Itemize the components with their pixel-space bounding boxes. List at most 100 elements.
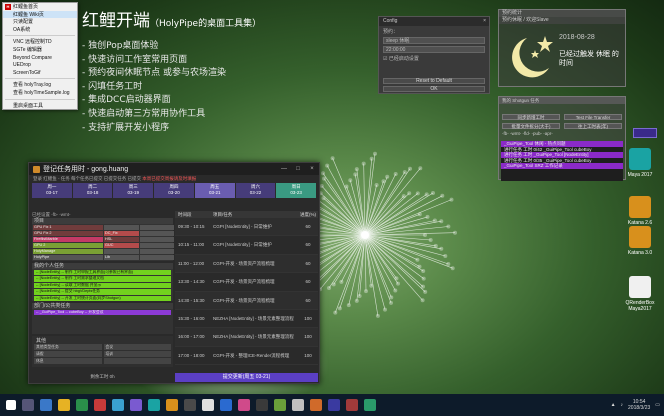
personal-task[interactable]: -- [NodeEntity] -- 读取 工时数据 并显示 [34,282,171,289]
table-row[interactable]: 10:15 - 11:00 CGPI [NodeEntity] - 日常维护 60 [175,236,318,255]
submit-button[interactable]: 提交更新(周五 03-21) [175,373,318,382]
personal-task[interactable]: -- [NodeEntity] -- 制作 工时申报工具界面(可参照已有界面) [34,270,171,276]
project-cell[interactable] [140,231,174,236]
app-icon[interactable] [364,399,376,411]
katana-icon[interactable] [166,399,178,411]
table-row[interactable]: 09:30 - 10:15 CGPI [NodeEntity] - 日常维护 60 [175,218,318,237]
project-cell[interactable]: HolyPipe [33,255,103,260]
menu-item[interactable]: UEDrop [3,61,77,69]
menu-item[interactable]: OA系统 [3,26,77,34]
personal-task[interactable]: -- [NodeEntity] -- 制作 工时需求整理文档 [34,276,171,282]
project-cell[interactable]: HSL [104,237,139,242]
menu-item[interactable]: Beyond Compare [3,54,77,62]
project-cell[interactable]: GPU Fix 1 [33,225,103,230]
network-icon[interactable]: ▲ [611,402,616,408]
shotgun-task-item[interactable]: _GuiPipe_Tool SRZ 工作记录 [501,163,623,169]
project-cell[interactable] [104,249,139,254]
app-icon[interactable] [292,399,304,411]
dept-task[interactable]: -- _GuiPipe_Tool -- cubeBoy -- 开发会议 [34,309,171,316]
time-input[interactable]: 22:00:00 [383,46,485,53]
desktop-shortcut[interactable]: Katana 3.0 [618,226,662,256]
project-cell[interactable] [104,225,139,230]
menu-item[interactable]: 查看 holyTray.log [3,81,77,89]
app-icon[interactable] [94,399,106,411]
project-cell[interactable]: Lib [104,255,139,260]
project-cell[interactable]: GPU 2 [33,243,103,248]
app-icon[interactable] [112,399,124,411]
notification-icon[interactable]: ▭ [655,402,660,408]
table-row[interactable]: 17:00 - 18:00 CGPI-开发 - 整理ICE-Render流程梳理 1… [175,347,318,366]
app-icon[interactable] [40,399,52,411]
test-file-transfer-button[interactable]: Test File Transfer [564,114,622,120]
volume-icon[interactable]: ♪ [621,402,624,408]
app-icon[interactable] [130,399,142,411]
project-cell[interactable] [140,243,174,248]
filter-row[interactable]: -fb- -wmt- -fld- -pub- -apr- [499,129,625,138]
project-cell[interactable]: GPU Fix 2 [33,231,103,236]
project-cell[interactable]: FireflistMarble [33,237,103,242]
mode-select[interactable]: sleep 休眠 [383,37,485,44]
taskview-icon[interactable] [22,399,34,411]
table-row[interactable]: 14:30 - 15:30 CGPI-开发 - 场景资产流程梳理 60 [175,291,318,310]
menu-item[interactable]: VNC 远程控制TD [3,38,77,46]
personal-task[interactable]: -- [NodeEntity] -- 开发 工时统计页面(同步Shotgun) [34,295,171,301]
sync-hours-button[interactable]: 同步新增工时 [502,114,560,120]
enable-checkbox[interactable]: ☑ 已经启动设置 [383,55,485,62]
day-tab[interactable]: 周一 03-17 [32,183,72,198]
batch-split-button[interactable]: 批量文件拆分(大于) [502,123,560,129]
other-cell[interactable]: 请假 [34,351,102,358]
app-icon[interactable] [76,399,88,411]
desktop-shortcut[interactable]: QRenderBox Maya2017 [618,276,662,312]
menu-item[interactable]: 查看 holyTimeSample.log [3,89,77,97]
folder-icon[interactable] [58,399,70,411]
app-icon[interactable] [202,399,214,411]
app-icon[interactable] [184,399,196,411]
table-row[interactable]: 16:00 - 17:00 NEZHA [NodeEntity] - 场景元素整理… [175,328,318,347]
project-cell[interactable] [140,225,174,230]
project-cell[interactable]: DC_Fix [104,231,139,236]
app-icon[interactable] [220,399,232,411]
day-tab[interactable]: 周二 03-18 [72,183,113,198]
other-cell[interactable] [103,358,171,365]
config-close-button[interactable]: × [483,17,489,26]
menu-item[interactable]: SGTe 编辑器 [3,46,77,54]
table-row[interactable]: 13:30 - 14:30 CGPI-开发 - 场景资产流程梳理 60 [175,273,318,292]
day-tab[interactable]: 周日 03-23 [276,183,317,198]
minimize-button[interactable]: — [277,166,291,172]
app-icon[interactable] [346,399,358,411]
menu-item[interactable]: 只读配置 [3,18,77,26]
left-filter[interactable]: 已经设置 -fb- -wmt- [32,211,173,218]
close-button[interactable]: × [305,166,319,172]
personal-task[interactable]: -- [NodeEntity] -- 提交 hbgVDepts任务 [34,289,171,295]
app-icon[interactable] [274,399,286,411]
app-icon[interactable] [310,399,322,411]
project-cell[interactable] [140,237,174,242]
desktop-shortcut[interactable]: Maya 2017 [618,148,662,178]
start-button[interactable] [6,400,16,410]
table-row[interactable]: 15:30 - 16:00 NEZHA [NodeEntity] - 场景元素整理… [175,310,318,329]
day-tab[interactable]: 周六 03-22 [235,183,276,198]
desktop-shortcut[interactable]: Katana 2.6 [618,196,662,226]
day-tab[interactable]: 周四 03-20 [154,183,194,198]
other-cell[interactable]: 休息 [34,358,102,365]
project-cell[interactable]: GUC [104,243,139,248]
table-row[interactable]: 11:00 - 12:00 CGPI-开发 - 场景资产流程梳理 60 [175,254,318,274]
app-icon[interactable] [328,399,340,411]
menu-item[interactable]: 红鲤鱼 Wiki页 [3,10,77,19]
reset-default-button[interactable]: Reset to Default [383,78,485,84]
project-cell[interactable] [140,249,174,254]
app-icon[interactable] [238,399,250,411]
menu-item[interactable]: 重启桌面工具 [3,102,77,110]
other-cell[interactable]: 其他类型任务 [34,344,102,351]
project-cell[interactable]: HolyManage [33,249,103,254]
timesheet-button[interactable]: 往上工时表(年) [564,123,622,129]
clock[interactable]: 10:54 2018/3/23 [628,399,650,411]
app-icon[interactable] [256,399,268,411]
maya-icon[interactable] [148,399,160,411]
menu-item[interactable]: ScreenToGif [3,69,77,77]
jzv-badge-icon[interactable] [633,128,657,138]
other-cell[interactable]: 会议 [103,344,171,351]
maximize-button[interactable]: □ [291,166,305,172]
project-cell[interactable] [140,255,174,260]
menu-item[interactable]: 红鲤鱼首页 [3,3,77,11]
